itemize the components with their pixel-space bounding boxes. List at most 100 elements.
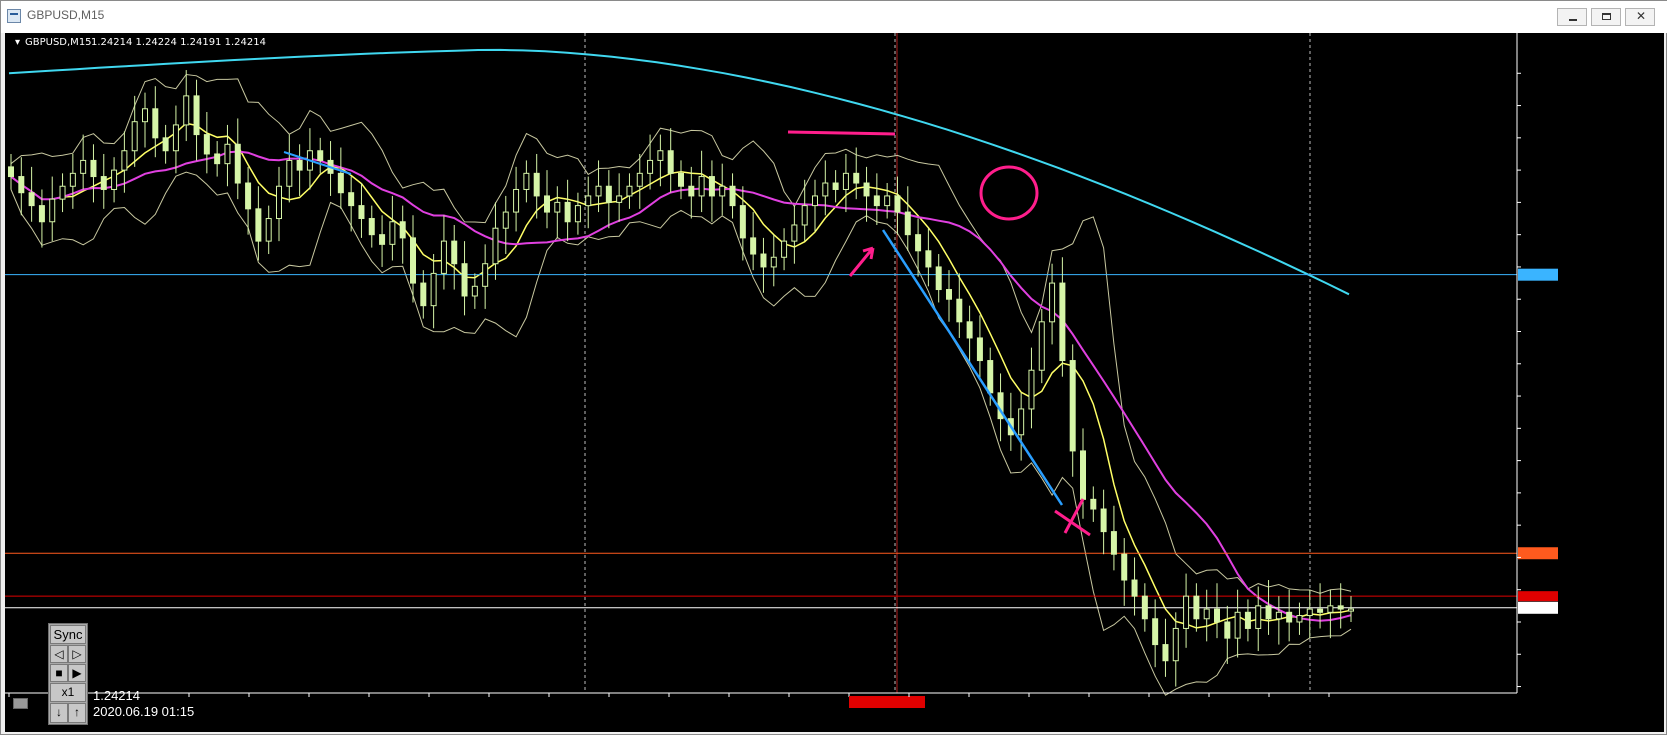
highlight-time-box: [849, 696, 925, 708]
candle-body: [1162, 644, 1169, 662]
candle-body: [28, 192, 35, 207]
price-level-tag: [1518, 601, 1558, 614]
candle-body: [492, 227, 499, 265]
candle-body: [513, 188, 520, 213]
candle-body: [1275, 611, 1282, 620]
candle-body: [131, 121, 138, 152]
candle-body: [935, 266, 942, 291]
candle-body: [616, 195, 623, 203]
candle-body: [956, 298, 963, 323]
candle-body: [708, 176, 715, 197]
candle-body: [544, 195, 550, 213]
candle-body: [142, 108, 148, 123]
candle-body: [523, 172, 530, 190]
candle-body: [853, 172, 860, 184]
candle-body: [1255, 605, 1262, 629]
candle-body: [1141, 595, 1148, 620]
candle-body: [946, 289, 952, 300]
candle-body: [1049, 282, 1056, 323]
candle-body: [451, 240, 458, 265]
candle-body: [1100, 508, 1107, 533]
candle-body: [461, 263, 468, 297]
candle-body: [1018, 408, 1025, 436]
candle-body: [595, 185, 602, 197]
candle-body: [49, 198, 56, 223]
candle-body: [379, 234, 386, 245]
minimize-button[interactable]: [1557, 8, 1587, 26]
candle-body: [750, 237, 757, 255]
scroll-up-icon[interactable]: ↑: [68, 703, 86, 723]
candle-body: [554, 201, 561, 213]
candle-body: [430, 272, 437, 307]
candle-body: [389, 221, 396, 245]
step-forward-icon[interactable]: ▷: [68, 645, 86, 663]
candle-body: [162, 137, 169, 152]
candle-body: [245, 182, 252, 210]
stop-icon[interactable]: ■: [50, 664, 68, 682]
step-back-icon[interactable]: ◁: [50, 645, 68, 663]
bollinger-lower-band: [10, 171, 1352, 696]
candle-body: [121, 150, 128, 171]
candle-body: [781, 240, 788, 258]
candle-body: [1348, 608, 1354, 612]
candle-body: [574, 205, 581, 223]
candle-body: [1080, 450, 1086, 500]
candle-body: [1224, 621, 1231, 639]
chart-menu-arrow-icon[interactable]: ▾: [15, 37, 20, 48]
terminal-window: GBPUSD,M15 ▾ GBPUSD,M15 1.24214 1.24224 …: [0, 0, 1667, 735]
candle-body: [265, 218, 272, 242]
candle-body: [502, 211, 509, 229]
candle-body: [1038, 321, 1045, 371]
candle-body: [1059, 282, 1066, 362]
ma-mid-line: [10, 150, 1352, 622]
candle-body: [1214, 608, 1220, 623]
candle-body: [636, 172, 643, 187]
candle-body: [152, 108, 159, 139]
candle-body: [863, 182, 870, 197]
chart-canvas[interactable]: ▾ GBPUSD,M15 1.24214 1.24224 1.24191 1.2…: [5, 33, 1664, 732]
chart-symbol-label: GBPUSD,M15: [25, 37, 92, 48]
candle-body: [647, 159, 654, 174]
candle-body: [1265, 605, 1272, 620]
annotation-resistance-mark: [787, 130, 896, 136]
candle-body: [770, 256, 777, 268]
candle-body: [626, 185, 633, 197]
candle-body: [729, 185, 736, 207]
restore-button[interactable]: [1591, 8, 1621, 26]
candle-body: [760, 253, 767, 268]
candle-body: [1069, 360, 1076, 452]
candle-body: [276, 185, 282, 220]
close-button[interactable]: [1625, 8, 1655, 26]
candle-body: [739, 205, 746, 239]
candle-body: [564, 201, 571, 223]
scroll-down-icon[interactable]: ↓: [50, 703, 68, 723]
bollinger-upper-band: [10, 73, 1352, 594]
candle-body: [100, 176, 107, 190]
candle-body: [214, 153, 221, 165]
candle-body: [657, 150, 664, 161]
candle-body: [1183, 595, 1190, 629]
candle-body: [832, 182, 839, 190]
candle-body: [688, 185, 695, 197]
candle-body: [224, 143, 231, 165]
candle-body: [193, 95, 200, 136]
play-icon[interactable]: ▶: [68, 664, 86, 682]
candle-body: [719, 185, 726, 197]
candle-body: [183, 95, 190, 126]
candle-body: [585, 195, 592, 207]
price-level-tag: [1518, 268, 1558, 281]
candle-body: [1193, 595, 1200, 620]
candle-body: [1296, 615, 1303, 623]
candle-body: [915, 234, 922, 252]
candle-body: [255, 208, 262, 242]
candle-body: [987, 360, 994, 394]
candle-body: [59, 185, 66, 200]
speed-button[interactable]: x1: [50, 683, 86, 702]
candle-body: [203, 134, 210, 155]
candle-body: [1110, 531, 1117, 555]
sync-button[interactable]: Sync: [50, 625, 86, 644]
replay-control-panel: Sync ◁ ▷ ■ ▶ x1 ↓ ↑: [48, 623, 88, 725]
panel-toggle-icon[interactable]: [13, 698, 28, 709]
chart-area[interactable]: ▾ GBPUSD,M15 1.24214 1.24224 1.24191 1.2…: [5, 33, 1664, 732]
candle-body: [791, 224, 798, 242]
